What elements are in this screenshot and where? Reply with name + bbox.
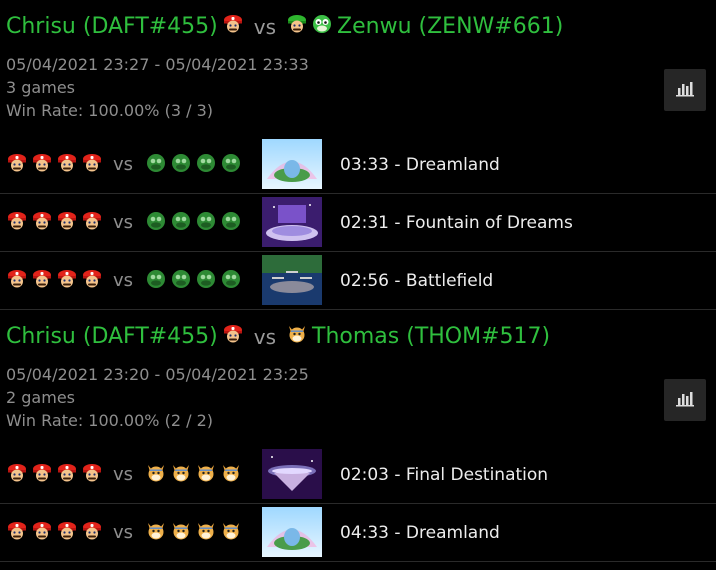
- stock-icon: [195, 268, 217, 294]
- stock-icon: [6, 462, 28, 488]
- stock-icon: [220, 152, 242, 178]
- set-card: Chrisu (DAFT#455) vs Zenwu (ZENW#661) 05/04…: [0, 0, 716, 310]
- player2-stocks: [145, 210, 242, 236]
- vs-label: vs: [113, 270, 134, 291]
- stock-icon: [31, 268, 53, 294]
- player2-name[interactable]: Thomas (THOM#517): [312, 324, 550, 349]
- replay-list: Chrisu (DAFT#455) vs Zenwu (ZENW#661) 05/04…: [0, 0, 716, 562]
- stock-icon: [6, 152, 28, 178]
- vs-label: vs: [253, 14, 277, 39]
- stock-icon: [220, 462, 242, 488]
- stock-icon: [220, 520, 242, 546]
- games-count: 2 games: [6, 388, 75, 407]
- game-summary: 02:56 - Battlefield: [340, 270, 494, 291]
- player1-name[interactable]: Chrisu (DAFT#455): [6, 324, 218, 349]
- vs-label: vs: [113, 212, 134, 233]
- set-meta: 05/04/2021 23:20 - 05/04/2021 23:25 2 gam…: [0, 363, 716, 432]
- game-row[interactable]: vs 04:33 - Dreamland: [0, 504, 716, 562]
- stock-icon: [220, 268, 242, 294]
- stage-thumbnail: [262, 197, 322, 247]
- win-rate: Win Rate: 100.00% (2 / 2): [6, 411, 213, 430]
- player1-stocks: [6, 210, 103, 236]
- player2-stocks: [145, 268, 242, 294]
- stock-icon: [56, 268, 78, 294]
- stock-icon: [220, 210, 242, 236]
- stock-icon: [6, 210, 28, 236]
- stock-icon: [6, 268, 28, 294]
- set-title: Chrisu (DAFT#455) vs Zenwu (ZENW#661): [0, 0, 716, 53]
- stock-icon: [170, 268, 192, 294]
- player1-stocks: [6, 462, 103, 488]
- player1-name[interactable]: Chrisu (DAFT#455): [6, 14, 218, 39]
- date-range: 05/04/2021 23:20 - 05/04/2021 23:25: [6, 365, 309, 384]
- game-summary: 02:03 - Final Destination: [340, 464, 549, 485]
- player1-stocks: [6, 268, 103, 294]
- stock-icon: [195, 152, 217, 178]
- game-row[interactable]: vs 02:31 - Fountain of Dreams: [0, 194, 716, 252]
- vs-label: vs: [253, 324, 277, 349]
- stock-icon: [56, 152, 78, 178]
- stock-icon: [145, 210, 167, 236]
- stats-button[interactable]: [664, 69, 706, 111]
- player2-stocks: [145, 520, 242, 546]
- vs-label: vs: [113, 522, 134, 543]
- stock-icon: [170, 520, 192, 546]
- date-range: 05/04/2021 23:27 - 05/04/2021 23:33: [6, 55, 309, 74]
- stock-icon: [81, 462, 103, 488]
- yoshi-icon: [311, 13, 333, 41]
- mario-icon: [222, 323, 244, 351]
- game-row[interactable]: vs 02:56 - Battlefield: [0, 252, 716, 310]
- stock-icon: [56, 210, 78, 236]
- stock-icon: [195, 462, 217, 488]
- stock-icon: [195, 520, 217, 546]
- stock-icon: [170, 152, 192, 178]
- stage-thumbnail: [262, 255, 322, 305]
- bar-chart-icon: [675, 79, 695, 101]
- stock-icon: [170, 462, 192, 488]
- games-count: 3 games: [6, 78, 75, 97]
- player2-name[interactable]: Zenwu (ZENW#661): [337, 14, 563, 39]
- stock-icon: [31, 152, 53, 178]
- stock-icon: [195, 210, 217, 236]
- stock-icon: [56, 462, 78, 488]
- stage-thumbnail: [262, 139, 322, 189]
- set-meta: 05/04/2021 23:27 - 05/04/2021 23:33 3 gam…: [0, 53, 716, 122]
- stock-icon: [170, 210, 192, 236]
- stock-icon: [81, 268, 103, 294]
- win-rate: Win Rate: 100.00% (3 / 3): [6, 101, 213, 120]
- set-title: Chrisu (DAFT#455) vs Thomas (THOM#517): [0, 310, 716, 363]
- player1-stocks: [6, 152, 103, 178]
- stock-icon: [56, 520, 78, 546]
- game-summary: 03:33 - Dreamland: [340, 154, 500, 175]
- stock-icon: [31, 462, 53, 488]
- stock-icon: [145, 268, 167, 294]
- luigi-icon: [286, 13, 308, 41]
- vs-label: vs: [113, 464, 134, 485]
- stock-icon: [145, 462, 167, 488]
- game-row[interactable]: vs 02:03 - Final Destination: [0, 446, 716, 504]
- player2-stocks: [145, 462, 242, 488]
- vs-label: vs: [113, 154, 134, 175]
- mario-icon: [222, 13, 244, 41]
- stock-icon: [81, 520, 103, 546]
- stock-icon: [31, 520, 53, 546]
- stats-button[interactable]: [664, 379, 706, 421]
- fox-icon: [286, 323, 308, 351]
- game-row[interactable]: vs 03:33 - Dreamland: [0, 136, 716, 194]
- stock-icon: [145, 520, 167, 546]
- stock-icon: [6, 520, 28, 546]
- stock-icon: [31, 210, 53, 236]
- stock-icon: [81, 152, 103, 178]
- game-summary: 04:33 - Dreamland: [340, 522, 500, 543]
- stage-thumbnail: [262, 507, 322, 557]
- game-summary: 02:31 - Fountain of Dreams: [340, 212, 573, 233]
- player2-stocks: [145, 152, 242, 178]
- player1-stocks: [6, 520, 103, 546]
- set-card: Chrisu (DAFT#455) vs Thomas (THOM#517) 05/0…: [0, 310, 716, 562]
- stock-icon: [145, 152, 167, 178]
- bar-chart-icon: [675, 389, 695, 411]
- stage-thumbnail: [262, 449, 322, 499]
- stock-icon: [81, 210, 103, 236]
